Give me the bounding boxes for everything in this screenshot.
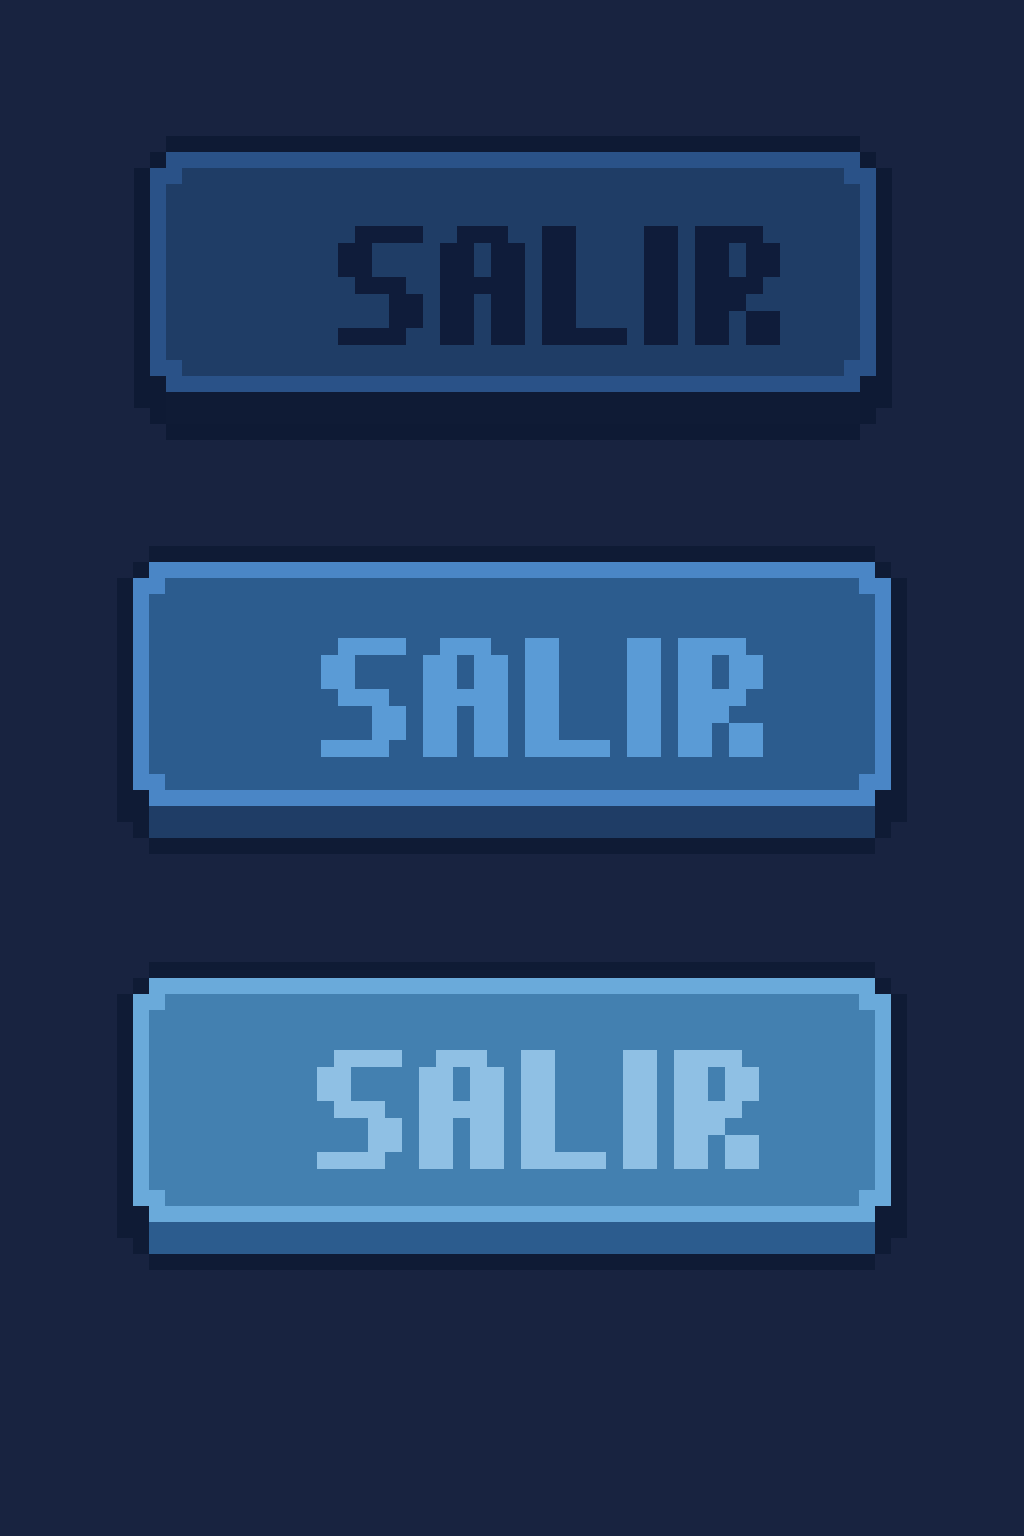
pixel-button-frame [117, 546, 907, 854]
salir-button-normal[interactable]: SALIR [117, 546, 907, 854]
salir-button-hover[interactable]: SALIR [117, 962, 907, 1270]
pixel-button-frame [117, 962, 907, 1270]
pixel-button-frame [134, 136, 892, 440]
game-ui-screen: SALIR SALIR SALIR [0, 0, 1024, 1536]
salir-button-pressed[interactable]: SALIR [134, 136, 892, 440]
